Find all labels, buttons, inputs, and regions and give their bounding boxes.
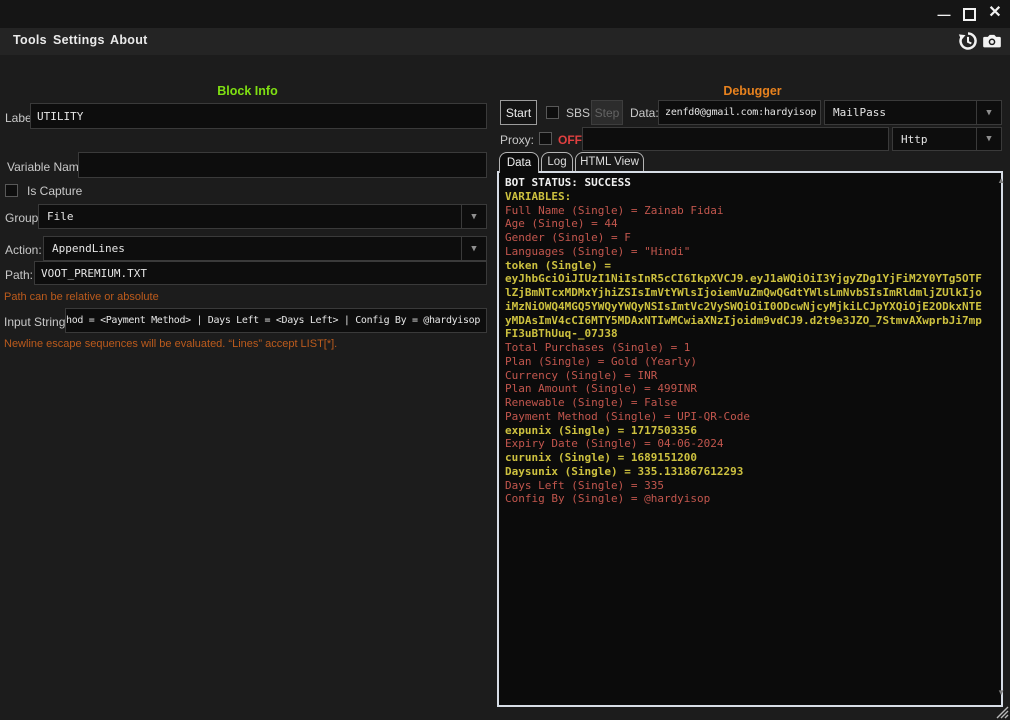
console-line: Full Name (Single) = Zainab Fidai bbox=[505, 204, 1001, 218]
chevron-down-icon: ▼ bbox=[461, 237, 486, 260]
console-line: eyJhbGciOiJIUzI1NiIsInR5cCI6IkpXVCJ9.eyJ… bbox=[505, 272, 1001, 286]
group-label: Group: bbox=[5, 211, 42, 225]
action-select[interactable]: AppendLines ▼ bbox=[43, 236, 487, 261]
path-label: Path: bbox=[5, 268, 33, 282]
console-line: iMzNiOWQ4MGQ5YWQyYWQyNSIsImtVc2VySWQiOiI… bbox=[505, 300, 1001, 314]
is-capture-label: Is Capture bbox=[27, 184, 82, 198]
proxy-label: Proxy: bbox=[500, 133, 534, 147]
tab-data[interactable]: Data bbox=[499, 152, 539, 173]
group-value: File bbox=[47, 210, 74, 223]
console-line: Total Purchases (Single) = 1 bbox=[505, 341, 1001, 355]
input-string-input[interactable]: thod = <Payment Method> | Days Left = <D… bbox=[65, 308, 487, 333]
variable-name-label: Variable Name: bbox=[7, 160, 89, 174]
console-line: lZjBmNTcxMDMxYjhiZSIsImVtYWlsIjoiemVuZmQ… bbox=[505, 286, 1001, 300]
console-line: Renewable (Single) = False bbox=[505, 396, 1001, 410]
chevron-down-icon: ▼ bbox=[976, 101, 1001, 124]
debugger-log-console[interactable]: BOT STATUS: SUCCESS VARIABLES: Full Name… bbox=[497, 171, 1003, 707]
menu-item-tools[interactable]: Tools bbox=[13, 33, 47, 47]
history-clock-icon[interactable] bbox=[958, 31, 978, 51]
group-select[interactable]: File ▼ bbox=[38, 204, 487, 229]
data-label: Data: bbox=[630, 106, 659, 120]
console-line: BOT STATUS: SUCCESS bbox=[505, 176, 1001, 190]
close-icon[interactable]: ✕ bbox=[986, 3, 1004, 23]
console-line: Expiry Date (Single) = 04-06-2024 bbox=[505, 437, 1001, 451]
proxy-input[interactable] bbox=[582, 127, 889, 151]
step-button[interactable]: Step bbox=[591, 100, 623, 125]
label-input[interactable]: UTILITY bbox=[30, 103, 487, 129]
menu-item-about[interactable]: About bbox=[110, 33, 148, 47]
input-string-hint: Newline escape sequences will be evaluat… bbox=[4, 338, 337, 350]
sbs-label: SBS bbox=[566, 106, 590, 120]
console-line: token (Single) = bbox=[505, 259, 1001, 273]
is-capture-checkbox[interactable] bbox=[5, 184, 18, 197]
chevron-down-icon: ▼ bbox=[461, 205, 486, 228]
console-line: FI3uBThUuq-_07J38 bbox=[505, 327, 1001, 341]
console-line: Config By (Single) = @hardyisop bbox=[505, 492, 1001, 506]
console-line: curunix (Single) = 1689151200 bbox=[505, 451, 1001, 465]
input-string-label: Input String: bbox=[4, 315, 69, 329]
console-line: Daysunix (Single) = 335.131867612293 bbox=[505, 465, 1001, 479]
console-line: Languages (Single) = "Hindi" bbox=[505, 245, 1001, 259]
menu-bar: Tools Settings About bbox=[0, 28, 1010, 55]
console-line: Age (Single) = 44 bbox=[505, 217, 1001, 231]
console-line: VARIABLES: bbox=[505, 190, 1001, 204]
minimize-icon[interactable]: — bbox=[936, 2, 952, 22]
action-value: AppendLines bbox=[52, 242, 125, 255]
sbs-checkbox[interactable] bbox=[546, 106, 559, 119]
action-label: Action: bbox=[5, 243, 42, 257]
camera-icon[interactable] bbox=[982, 31, 1002, 51]
wordlist-type-value: MailPass bbox=[833, 106, 886, 119]
console-line: yMDAsImV4cCI6MTY5MDAxNTIwMCwiaXNzIjoidm9… bbox=[505, 314, 1001, 328]
block-info-title: Block Info bbox=[0, 84, 495, 98]
resize-grip[interactable] bbox=[996, 706, 1009, 719]
tab-html-view[interactable]: HTML View bbox=[575, 152, 644, 171]
proxy-checkbox[interactable] bbox=[539, 132, 552, 145]
start-button[interactable]: Start bbox=[500, 100, 537, 125]
console-line: Plan (Single) = Gold (Yearly) bbox=[505, 355, 1001, 369]
wordlist-type-select[interactable]: MailPass ▼ bbox=[824, 100, 1002, 125]
variable-name-input[interactable] bbox=[78, 152, 487, 178]
menu-item-settings[interactable]: Settings bbox=[53, 33, 105, 47]
console-line: Payment Method (Single) = UPI-QR-Code bbox=[505, 410, 1001, 424]
scroll-up-icon[interactable]: ▲ bbox=[997, 176, 1005, 185]
console-line: Gender (Single) = F bbox=[505, 231, 1001, 245]
proxy-type-value: Http bbox=[901, 133, 928, 146]
console-line: expunix (Single) = 1717503356 bbox=[505, 424, 1001, 438]
scroll-down-icon[interactable]: ▼ bbox=[997, 688, 1005, 697]
tab-log[interactable]: Log bbox=[541, 152, 573, 171]
console-line: Days Left (Single) = 335 bbox=[505, 479, 1001, 493]
proxy-status-badge: OFF bbox=[558, 133, 582, 147]
data-input[interactable]: zenfd0@gmail.com:hardyisop bbox=[658, 100, 821, 125]
console-line: Plan Amount (Single) = 499INR bbox=[505, 382, 1001, 396]
debugger-title: Debugger bbox=[495, 84, 1010, 98]
title-bar: — ✕ bbox=[0, 0, 1010, 28]
maximize-icon[interactable] bbox=[963, 8, 976, 21]
console-line: Currency (Single) = INR bbox=[505, 369, 1001, 383]
path-hint: Path can be relative or absolute bbox=[4, 291, 159, 303]
path-input[interactable]: VOOT_PREMIUM.TXT bbox=[34, 261, 487, 285]
chevron-down-icon: ▼ bbox=[976, 128, 1001, 150]
proxy-type-select[interactable]: Http ▼ bbox=[892, 127, 1002, 151]
